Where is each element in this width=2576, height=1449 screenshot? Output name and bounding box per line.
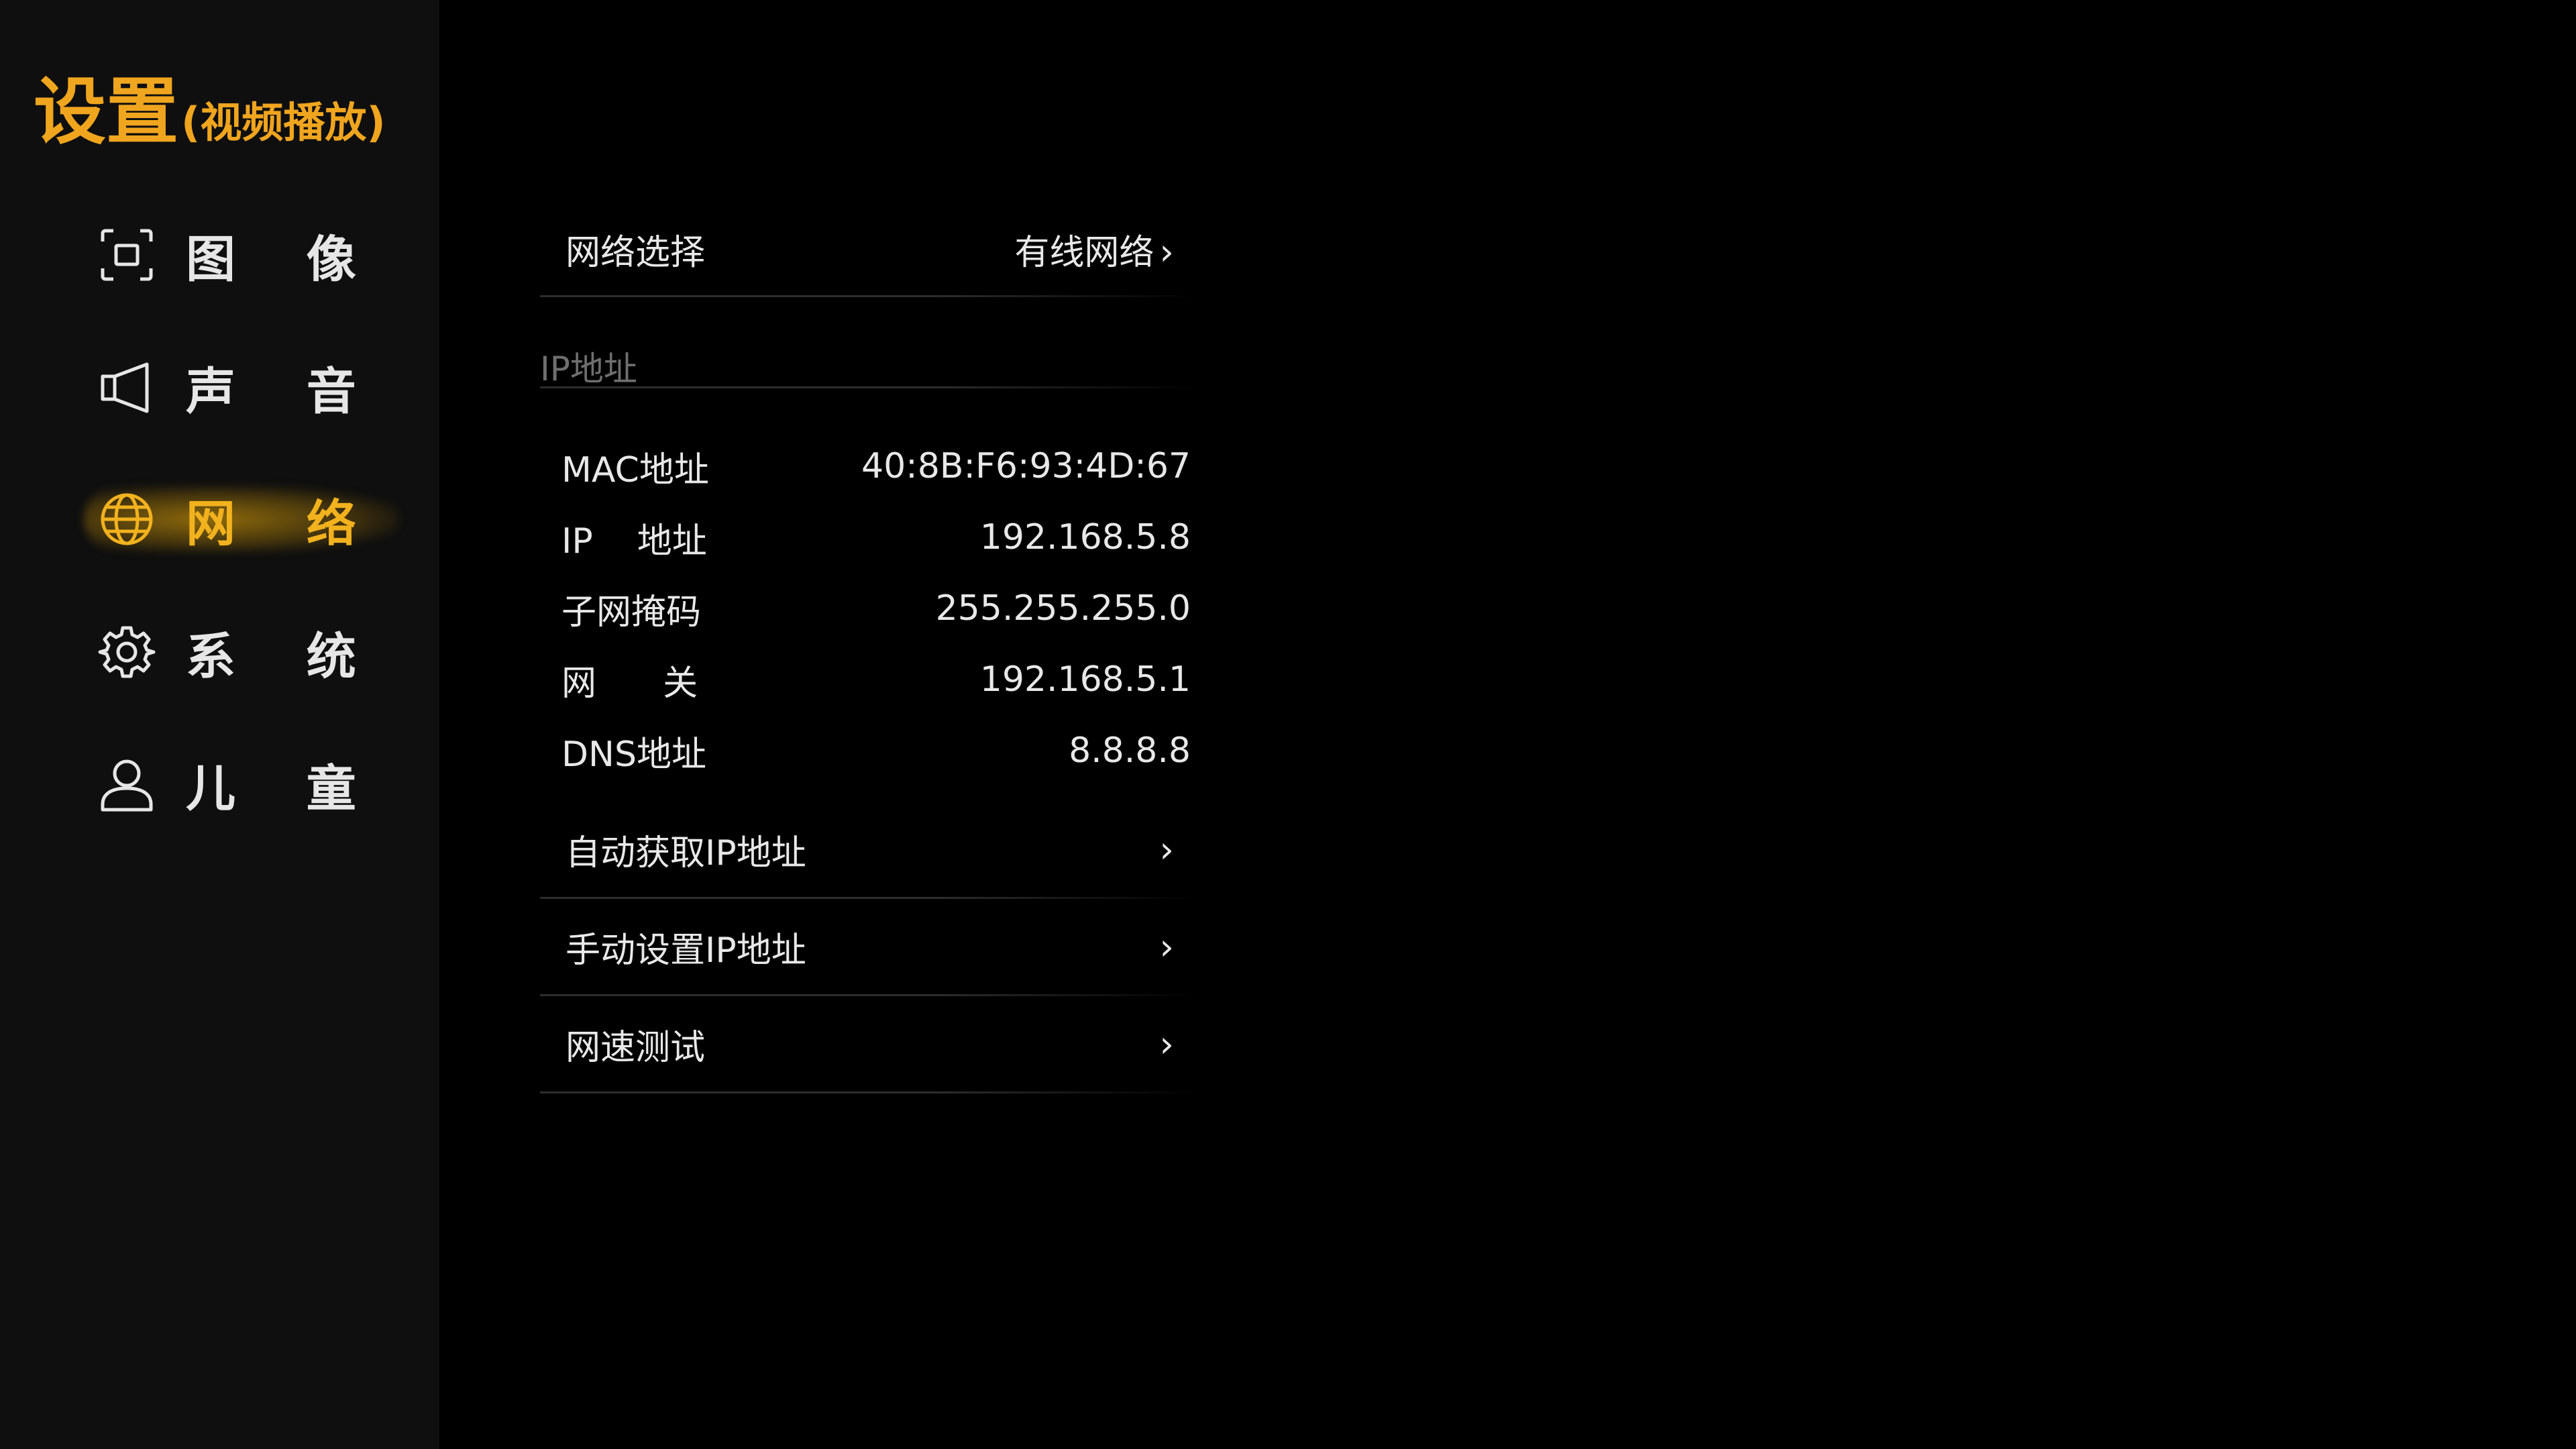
info-label: 子网掩码 [561,592,702,633]
sidebar-item-label: 系 统 [186,627,383,686]
info-row-ip: IP 地址 192.168.5.8 [540,504,1201,571]
info-value: 192.168.5.1 [979,659,1191,700]
network-selection-label: 网络选择 [566,232,706,273]
speaker-icon [97,358,156,417]
info-value: 192.168.5.8 [979,517,1191,557]
info-label: IP 地址 [561,521,707,561]
manual-ip-row[interactable]: 手动设置IP地址 › [540,899,1201,994]
info-value: 255.255.255.0 [935,588,1191,629]
info-row-gateway: 网 关 192.168.5.1 [540,646,1201,713]
gear-icon [97,623,156,682]
page-title: 设置(视频播放) [34,54,386,158]
info-label: 网 关 [561,663,698,704]
chevron-right-icon: › [1159,925,1174,968]
auto-ip-label: 自动获取IP地址 [566,833,806,873]
globe-icon [97,490,156,549]
page-title-sub: (视频播放) [181,98,386,147]
speed-test-label: 网速测试 [566,1027,706,1068]
info-label: DNS地址 [561,734,706,775]
network-selection-value-group: 有线网络 › [1014,224,1174,274]
manual-ip-label: 手动设置IP地址 [566,930,806,971]
sidebar-item-label: 图 像 [186,230,383,288]
info-row-dns: DNS地址 8.8.8.8 [540,717,1201,784]
sidebar-item-network[interactable]: 网 络 [84,479,413,559]
divider [540,386,1201,388]
info-row-subnet: 子网掩码 255.255.255.0 [540,575,1201,642]
info-label: MAC地址 [561,449,709,490]
divider [540,1091,1201,1093]
sidebar-item-label: 儿 童 [186,759,383,818]
chevron-right-icon: › [1159,1022,1174,1065]
auto-ip-row[interactable]: 自动获取IP地址 › [540,802,1201,897]
sidebar-item-label: 网 络 [186,494,383,553]
speed-test-row[interactable]: 网速测试 › [540,996,1201,1091]
sidebar: 设置(视频播放) 图 像 声 音 网 络 系 统 儿 童 [0,0,439,1449]
info-value: 40:8B:F6:93:4D:67 [861,446,1191,486]
chevron-right-icon: › [1159,230,1174,273]
network-selection-row[interactable]: 网络选择 有线网络 › [540,201,1201,297]
page-title-main: 设置 [34,70,179,154]
divider [540,295,1201,297]
screen-frame-icon [97,225,156,284]
sidebar-item-system[interactable]: 系 统 [97,612,413,692]
settings-screen: 设置(视频播放) 图 像 声 音 网 络 系 统 儿 童 网络选择 有线网络 ›… [0,0,2576,1449]
sidebar-item-picture[interactable]: 图 像 [97,215,413,295]
sidebar-item-kids[interactable]: 儿 童 [97,744,413,824]
network-selection-value: 有线网络 [1014,232,1155,273]
info-row-mac: MAC地址 40:8B:F6:93:4D:67 [540,433,1201,500]
section-label-ip: IP地址 [540,350,637,388]
info-value: 8.8.8.8 [1069,731,1191,771]
chevron-right-icon: › [1159,828,1174,871]
sidebar-item-sound[interactable]: 声 音 [97,347,413,427]
sidebar-item-label: 声 音 [186,362,383,421]
person-icon [97,755,156,814]
